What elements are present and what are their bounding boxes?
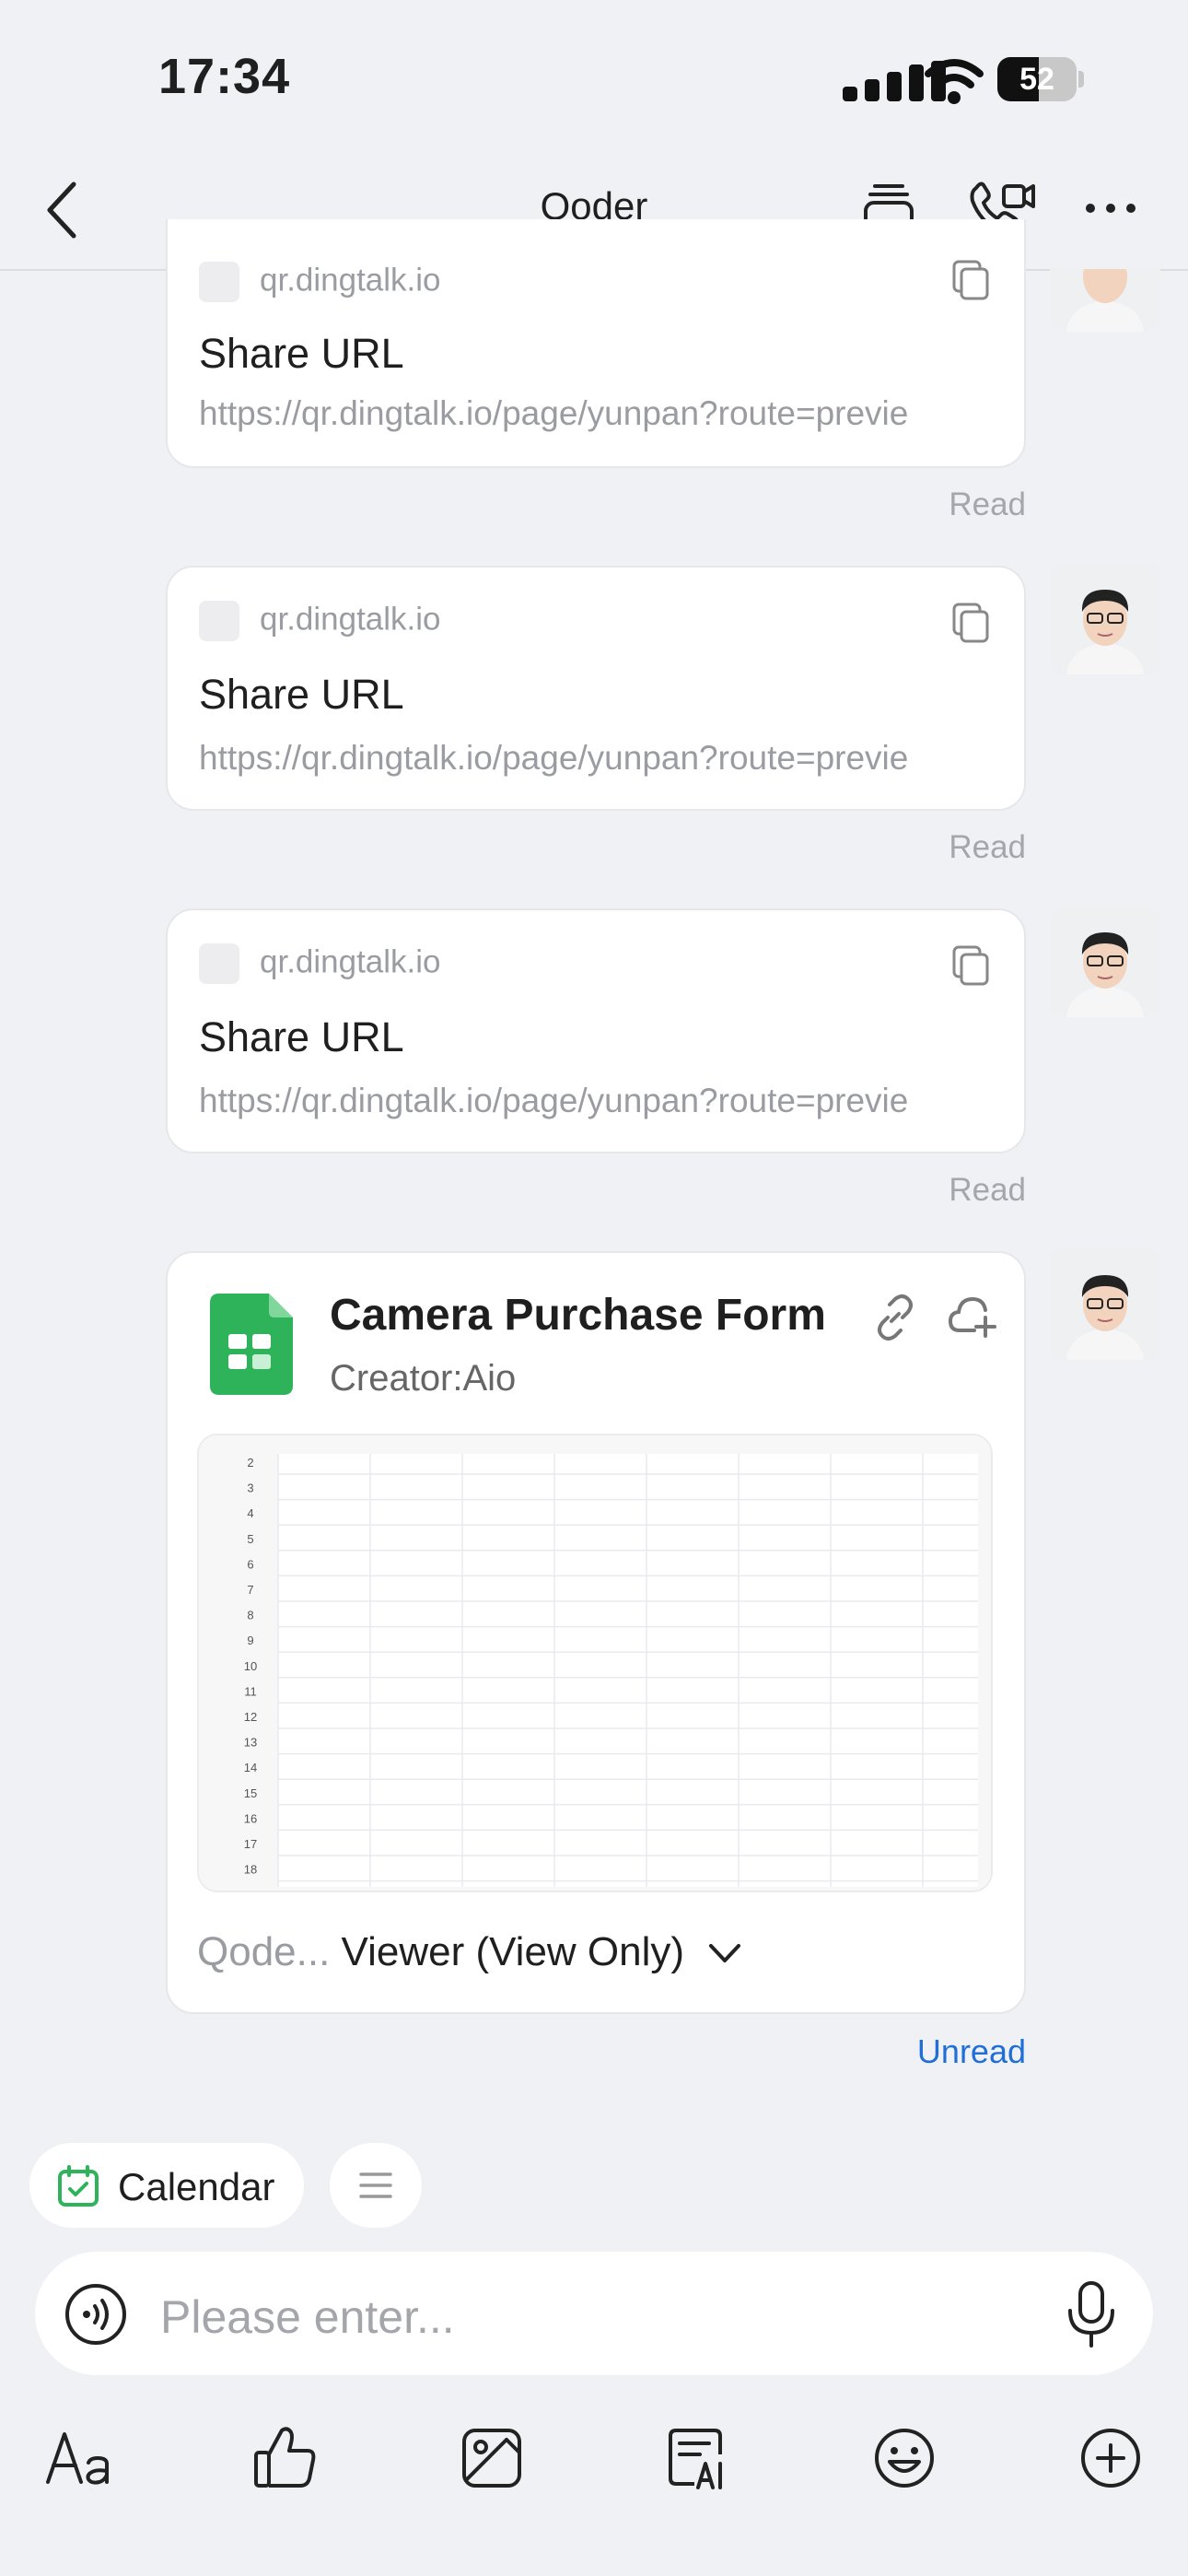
copy-icon[interactable] (949, 601, 993, 645)
microphone-icon[interactable] (1065, 2279, 1118, 2349)
sheet-row-number: 15 (244, 1786, 257, 1800)
link-icon (199, 262, 239, 302)
permission-owner: Qode... (197, 1929, 331, 1974)
battery-indicator: 52 (997, 57, 1086, 101)
spreadsheet-icon (210, 1294, 293, 1395)
quick-menu-button[interactable] (330, 2143, 422, 2228)
ai-note-icon[interactable] (663, 2423, 733, 2493)
sheet-row-number: 9 (247, 1633, 253, 1647)
emoji-icon[interactable] (869, 2423, 939, 2493)
sheet-row-number: 16 (244, 1811, 257, 1825)
link-url: https://qr.dingtalk.io/page/yunpan?route… (199, 739, 909, 777)
read-status: Read (949, 486, 1026, 522)
doc-creator: Creator:Aio (330, 1358, 517, 1399)
avatar[interactable] (1050, 1249, 1160, 1360)
sheet-row-number: 2 (247, 1456, 253, 1469)
sheet-row-number: 6 (247, 1557, 253, 1571)
sheet-row-number: 18 (244, 1863, 257, 1877)
calendar-chip[interactable]: Calendar (29, 2143, 304, 2228)
chevron-down-icon[interactable] (707, 1942, 742, 1964)
avatar[interactable] (1050, 907, 1160, 1017)
battery-level: 52 (1019, 62, 1054, 97)
link-title: Share URL (199, 671, 404, 718)
link-icon (199, 943, 239, 984)
link-url: https://qr.dingtalk.io/page/yunpan?route… (199, 394, 909, 432)
copy-icon[interactable] (949, 943, 993, 988)
sheet-row-number: 8 (247, 1609, 253, 1622)
link-domain: qr.dingtalk.io (260, 601, 441, 638)
text-format-icon[interactable] (44, 2423, 114, 2493)
link-url: https://qr.dingtalk.io/page/yunpan?route… (199, 1082, 909, 1119)
sheet-row-number: 10 (244, 1659, 257, 1673)
sheet-row-number: 4 (247, 1506, 253, 1520)
link-title: Share URL (199, 330, 404, 377)
link-card[interactable]: qr.dingtalk.io Share URL https://qr.ding… (166, 566, 1026, 811)
status-time: 17:34 (158, 49, 291, 104)
add-icon[interactable] (1076, 2423, 1146, 2493)
read-status: Read (949, 1172, 1026, 1208)
message-input[interactable]: Please enter... (160, 2290, 455, 2344)
more-icon[interactable] (1083, 201, 1138, 216)
wifi-icon (925, 59, 984, 104)
unread-status[interactable]: Unread (917, 2032, 1026, 2071)
avatar[interactable] (1050, 269, 1160, 332)
permission-row[interactable]: Qode... Viewer (View Only) (197, 1929, 684, 1975)
link-domain: qr.dingtalk.io (260, 262, 441, 299)
menu-icon (359, 2172, 392, 2198)
sheet-grid: 2 3 4 5 6 7 8 9 10 11 12 13 14 15 16 17 18 (199, 1435, 991, 1891)
copy-icon[interactable] (949, 258, 993, 302)
link-domain: qr.dingtalk.io (260, 943, 441, 980)
link-icon (199, 601, 239, 641)
image-icon[interactable] (457, 2423, 527, 2493)
link-icon[interactable] (871, 1294, 919, 1341)
thumbs-up-icon[interactable] (250, 2423, 320, 2493)
avatar[interactable] (1050, 564, 1160, 674)
doc-title: Camera Purchase Form (330, 1291, 826, 1340)
sheet-preview[interactable]: 2 3 4 5 6 7 8 9 10 11 12 13 14 15 16 17 18 (197, 1434, 993, 1892)
link-card[interactable]: qr.dingtalk.io Share URL https://qr.ding… (166, 908, 1026, 1153)
cloud-add-icon[interactable] (947, 1294, 996, 1340)
link-title: Share URL (199, 1013, 404, 1060)
voice-mode-icon[interactable] (64, 2283, 127, 2346)
read-status: Read (949, 829, 1026, 865)
sheet-row-number: 13 (244, 1736, 257, 1750)
calendar-icon (58, 2165, 99, 2207)
sheet-row-number: 7 (247, 1583, 253, 1597)
sheet-row-number: 14 (244, 1761, 257, 1774)
link-card[interactable]: qr.dingtalk.io Share URL https://qr.ding… (166, 219, 1026, 468)
sheet-row-number: 11 (244, 1684, 257, 1698)
sheet-row-number: 5 (247, 1532, 253, 1546)
calendar-label: Calendar (118, 2165, 275, 2208)
permission-select[interactable]: Viewer (View Only) (342, 1929, 685, 1974)
sheet-row-number: 12 (244, 1710, 257, 1724)
sheet-row-number: 17 (244, 1837, 257, 1851)
sheet-row-number: 3 (247, 1481, 253, 1495)
